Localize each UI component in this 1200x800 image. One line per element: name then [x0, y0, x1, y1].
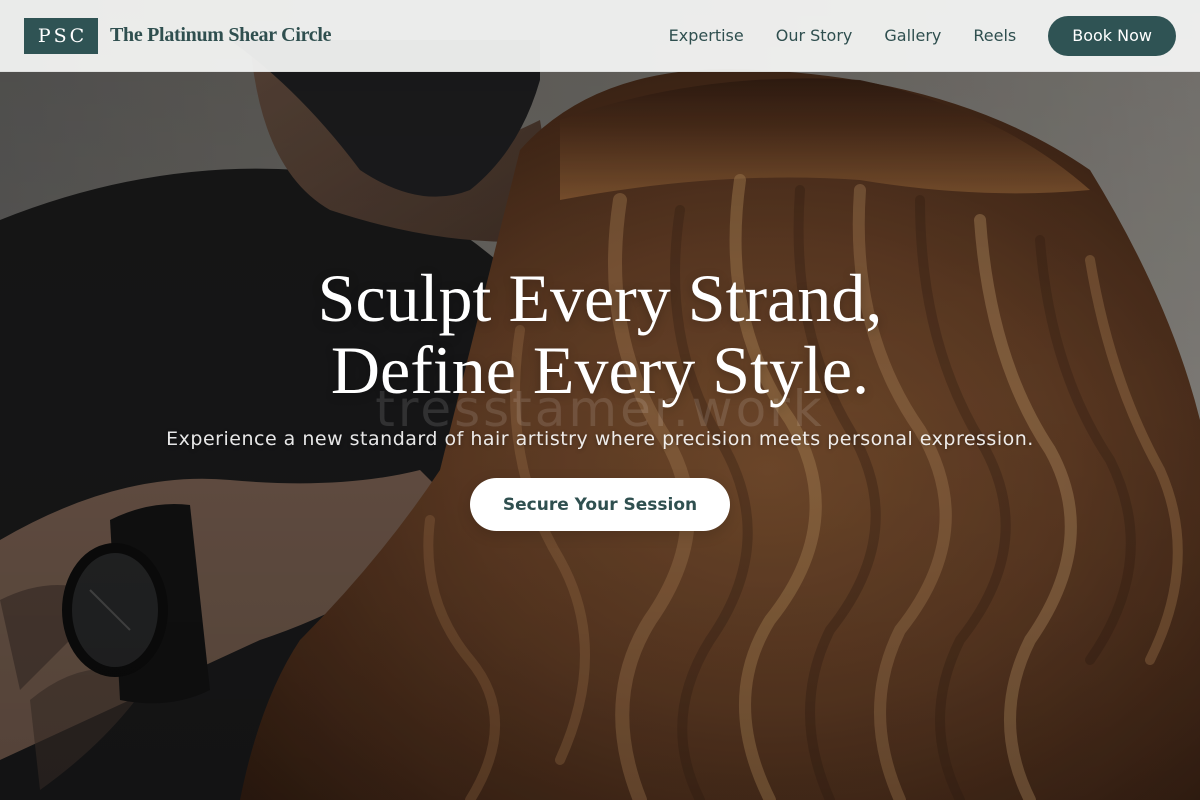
brand-logo-link[interactable]: PSC The Platinum Shear Circle	[24, 17, 332, 54]
nav-link-our-story[interactable]: Our Story	[776, 26, 853, 45]
main-nav: Expertise Our Story Gallery Reels Book N…	[669, 15, 1176, 56]
hero-title-line-1: Sculpt Every Strand,	[317, 260, 883, 336]
hero-section: Sculpt Every Strand, Define Every Style.…	[0, 262, 1200, 531]
hero-title: Sculpt Every Strand, Define Every Style.	[0, 262, 1200, 406]
nav-link-gallery[interactable]: Gallery	[884, 26, 941, 45]
hero-subtitle: Experience a new standard of hair artist…	[166, 428, 1034, 450]
page: PSC The Platinum Shear Circle Expertise …	[0, 0, 1200, 800]
brand-logo-mark: PSC	[24, 17, 98, 54]
book-now-button[interactable]: Book Now	[1048, 15, 1176, 56]
nav-link-reels[interactable]: Reels	[973, 26, 1016, 45]
hero-title-line-2: Define Every Style.	[330, 332, 870, 408]
brand-name: The Platinum Shear Circle	[110, 24, 332, 46]
nav-link-expertise[interactable]: Expertise	[669, 26, 744, 45]
top-navbar: PSC The Platinum Shear Circle Expertise …	[0, 0, 1200, 72]
secure-session-button[interactable]: Secure Your Session	[470, 478, 730, 531]
